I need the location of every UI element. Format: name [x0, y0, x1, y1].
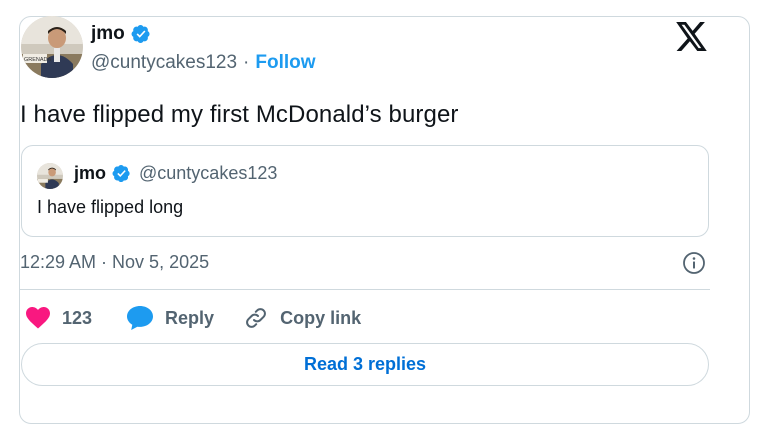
- speech-bubble-icon: [127, 306, 154, 330]
- reply-label: Reply: [165, 307, 215, 328]
- author-name[interactable]: jmo: [91, 23, 125, 45]
- svg-text:GRENADA: GRENADA: [24, 57, 52, 63]
- verified-badge-icon: [131, 24, 151, 44]
- quote-author-handle: @cuntycakes123: [139, 163, 278, 183]
- like-count: 123: [62, 307, 93, 328]
- action-bar: 123 Reply Copy link: [26, 303, 361, 333]
- separator: ·: [243, 52, 250, 73]
- copy-link-button[interactable]: Copy link: [244, 306, 361, 330]
- tweet-timestamp[interactable]: 12:29 AM · Nov 5, 2025: [20, 252, 209, 273]
- info-icon[interactable]: [682, 251, 706, 275]
- author-handle-row: @cuntycakes123 · Follow: [91, 52, 316, 74]
- verified-badge-icon: [112, 164, 131, 183]
- quote-header: jmo @cuntycakes123: [48, 163, 277, 184]
- author-avatar[interactable]: GRENADA: [21, 16, 83, 78]
- heart-icon: [26, 307, 50, 329]
- divider: [20, 289, 710, 290]
- quoted-tweet[interactable]: [21, 145, 709, 237]
- like-button[interactable]: 123: [26, 307, 92, 329]
- author-handle[interactable]: @cuntycakes123: [91, 52, 237, 74]
- link-icon: [244, 306, 268, 330]
- x-logo-icon[interactable]: [676, 22, 708, 51]
- copy-link-label: Copy link: [280, 307, 362, 328]
- quote-text: I have flipped long: [37, 197, 184, 217]
- tweet-text: I have flipped my first McDonald’s burge…: [20, 101, 459, 128]
- reply-button[interactable]: Reply: [127, 306, 214, 330]
- author-name-row: jmo: [91, 23, 151, 45]
- follow-button[interactable]: Follow: [255, 52, 315, 74]
- read-replies-button[interactable]: Read 3 replies: [21, 343, 709, 386]
- quote-author-name: jmo: [74, 163, 107, 183]
